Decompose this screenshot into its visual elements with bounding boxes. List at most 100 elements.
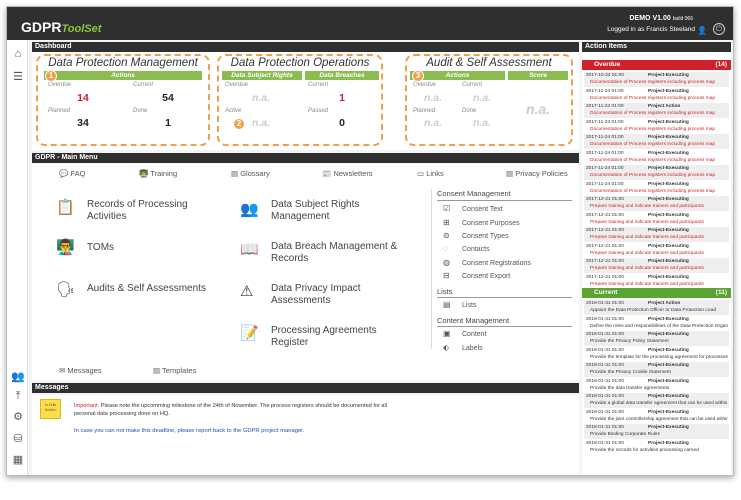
- menu-processing-agreements[interactable]: Processing Agreements Register: [271, 325, 411, 349]
- menu-consent-export[interactable]: Consent Export: [462, 273, 510, 280]
- menu-training-label: Training: [150, 169, 178, 178]
- action-item-text: Documentation of Process registers inclu…: [590, 157, 716, 163]
- action-item-row[interactable]: 2018-01-31 01:00 Project Action Appoint th…: [584, 300, 729, 315]
- dsr-overdue-value[interactable]: n.a.: [225, 92, 297, 104]
- messages-panel: In Zeile Notizen Important: Please note …: [32, 395, 579, 475]
- action-item-row[interactable]: 2017-12-21 01:00 Project-Executing Prepare…: [584, 212, 729, 227]
- menu-messages[interactable]: ✉ Messages: [59, 366, 102, 375]
- settings-icon[interactable]: ⚙: [11, 410, 25, 423]
- sticky-note-icon: In Zeile Notizen: [40, 399, 61, 419]
- table-icon[interactable]: ▦: [11, 453, 25, 466]
- dpm-planned-value[interactable]: 34: [48, 117, 118, 129]
- menu-training[interactable]: 👨‍🏫 Training: [139, 169, 177, 178]
- action-item-row[interactable]: 2017-12-21 01:00 Project-Executing Prepare…: [584, 196, 729, 211]
- consent-management-title: Consent Management: [437, 189, 511, 198]
- consent-registrations-icon: ◍: [443, 258, 450, 267]
- action-item-date: 2017-12-21 01:00: [586, 197, 624, 202]
- home-icon[interactable]: ⌂: [11, 48, 25, 60]
- action-item-row[interactable]: 2017-11-24 01:00 Project Action Documentat…: [584, 103, 729, 118]
- current-count: (11): [715, 289, 727, 296]
- action-item-row[interactable]: 2018-01-31 01:00 Project-Executing Define …: [584, 316, 729, 331]
- menu-links[interactable]: ▭ Links: [417, 169, 444, 178]
- action-item-row[interactable]: 2017-12-21 01:00 Project-Executing Prepare…: [584, 274, 729, 289]
- menu-data-breach[interactable]: Data Breach Management & Records: [271, 241, 431, 265]
- menu-content[interactable]: Content: [462, 331, 487, 338]
- menu-consent-registrations[interactable]: Consent Registrations: [462, 260, 531, 267]
- audit-current-value[interactable]: n.a.: [462, 92, 502, 104]
- action-item-date: 2018-01-31 01:00: [586, 332, 624, 337]
- action-item-row[interactable]: 2017-10-24 01:00 Project-Executing Documen…: [584, 72, 729, 87]
- upload-icon[interactable]: ⤒: [11, 390, 25, 403]
- dpo-card[interactable]: Data Protection Operations Data Subject …: [217, 54, 383, 146]
- deadline-link[interactable]: In case you can not make this deadline, …: [74, 428, 304, 434]
- db-header: Data Breaches: [305, 71, 379, 80]
- action-item-date: 2018-01-31 01:00: [586, 316, 624, 322]
- action-item-row[interactable]: 2017-11-24 01:00 Project-Executing Documen…: [584, 181, 729, 196]
- menu-consent-types[interactable]: Consent Types: [462, 233, 509, 240]
- action-item-row[interactable]: 2017-12-21 01:00 Project-Executing Prepare…: [584, 243, 729, 258]
- dpm-done-value[interactable]: 1: [133, 117, 203, 129]
- users-icon[interactable]: 👥: [11, 370, 25, 383]
- logout-icon[interactable]: ⏻: [713, 23, 725, 35]
- menu-templates[interactable]: ▤ Templates: [153, 366, 196, 375]
- menu-records-of-processing[interactable]: Records of Processing Activities: [87, 199, 227, 223]
- db-passed-value[interactable]: 0: [308, 117, 376, 129]
- menu-lists[interactable]: Lists: [462, 302, 476, 309]
- action-item-row[interactable]: 2017-11-24 01:00 Project-Executing Documen…: [584, 150, 729, 165]
- action-item-row[interactable]: 2018-01-31 01:00 Project-Executing Provide…: [584, 409, 729, 424]
- menu-audits[interactable]: Audits & Self Assessments: [87, 283, 206, 295]
- action-item-text: Prepare training and indicate trainers a…: [590, 281, 704, 287]
- action-item-row[interactable]: 2017-12-21 01:00 Project-Executing Prepare…: [584, 227, 729, 242]
- dpm-current-value[interactable]: 54: [133, 92, 203, 104]
- action-item-row[interactable]: 2018-01-31 01:00 Project-Executing Provide…: [584, 424, 729, 439]
- current-section-header[interactable]: Current (11): [582, 288, 731, 298]
- action-item-row[interactable]: 2018-01-31 01:00 Project-Executing Provide…: [584, 331, 729, 346]
- audit-card[interactable]: Audit & Self Assessment Actions Score Ov…: [405, 54, 573, 146]
- action-item-row[interactable]: 2018-01-31 01:00 Project-Executing Provide…: [584, 347, 729, 362]
- overdue-label: Overdue: [594, 61, 621, 68]
- audit-overdue-value[interactable]: n.a.: [413, 92, 453, 104]
- content-management-title: Content Management: [437, 316, 510, 325]
- dashboard-header: Dashboard: [32, 42, 579, 52]
- overdue-section-header[interactable]: Overdue (14): [582, 60, 731, 70]
- db-current-value[interactable]: 1: [308, 92, 376, 104]
- app-window: GDPRToolSet DEMO V1.00 build 066 👤 Logge…: [6, 6, 734, 476]
- menu-consent-text[interactable]: Consent Text: [462, 206, 503, 213]
- menu-faq[interactable]: 💬 FAQ: [59, 169, 85, 178]
- menu-privacy-policies[interactable]: ▤ Privacy Policies: [506, 169, 568, 178]
- action-item-row[interactable]: 2018-01-31 01:00 Project-Executing Provide…: [584, 393, 729, 408]
- audit-planned-value[interactable]: n.a.: [413, 117, 453, 129]
- content-divider: [437, 326, 572, 327]
- dpm-card[interactable]: Data Protection Management Actions Overd…: [36, 54, 210, 146]
- action-item-status: Project-Executing: [648, 259, 689, 264]
- menu-glossary[interactable]: ▤ Glossary: [231, 169, 270, 178]
- audits-icon: 🗣: [56, 281, 76, 298]
- action-item-row[interactable]: 2018-01-31 01:00 Project-Executing Provide…: [584, 362, 729, 377]
- action-item-date: 2018-01-31 01:00: [586, 363, 624, 368]
- menu-consent-purposes[interactable]: Consent Purposes: [462, 220, 520, 227]
- database-icon[interactable]: ⛁: [11, 432, 25, 445]
- audit-current-label: Current: [462, 82, 483, 88]
- app-logo[interactable]: GDPRToolSet: [21, 19, 101, 35]
- action-item-row[interactable]: 2018-01-31 01:00 Project-Executing Provide…: [584, 378, 729, 393]
- audit-score-value[interactable]: n.a.: [508, 101, 568, 117]
- audit-done-value[interactable]: n.a.: [462, 117, 502, 129]
- menu-labels[interactable]: Labels: [462, 345, 483, 352]
- templates-icon: ▤: [153, 366, 161, 375]
- action-item-row[interactable]: 2017-11-24 01:00 Project-Executing Documen…: [584, 134, 729, 149]
- action-item-status: Project-Executing: [648, 228, 689, 233]
- menu-newsletters[interactable]: 📰 Newsletters: [322, 169, 373, 178]
- dpm-overdue-value[interactable]: 14: [48, 92, 118, 104]
- action-item-row[interactable]: 2018-01-31 01:00 Project-Executing Provide…: [584, 440, 729, 455]
- menu-data-subject-rights[interactable]: Data Subject Rights Management: [271, 199, 411, 223]
- action-item-row[interactable]: 2017-11-24 01:00 Project-Executing Documen…: [584, 165, 729, 180]
- menu-contacts[interactable]: Contacts: [462, 246, 490, 253]
- action-item-date: 2017-12-21 01:00: [586, 243, 624, 249]
- action-item-row[interactable]: 2017-12-21 01:00 Project-Executing Prepare…: [584, 258, 729, 273]
- action-item-row[interactable]: 2017-11-24 01:00 Project-Executing Documen…: [584, 88, 729, 103]
- action-item-text: Prepare training and indicate trainers a…: [590, 235, 704, 240]
- list-icon[interactable]: ☰: [11, 70, 25, 83]
- menu-dpia[interactable]: Data Privacy Impact Assessments: [271, 283, 411, 307]
- action-item-row[interactable]: 2017-11-24 01:00 Project-Executing Documen…: [584, 119, 729, 134]
- menu-toms[interactable]: TOMs: [87, 242, 114, 254]
